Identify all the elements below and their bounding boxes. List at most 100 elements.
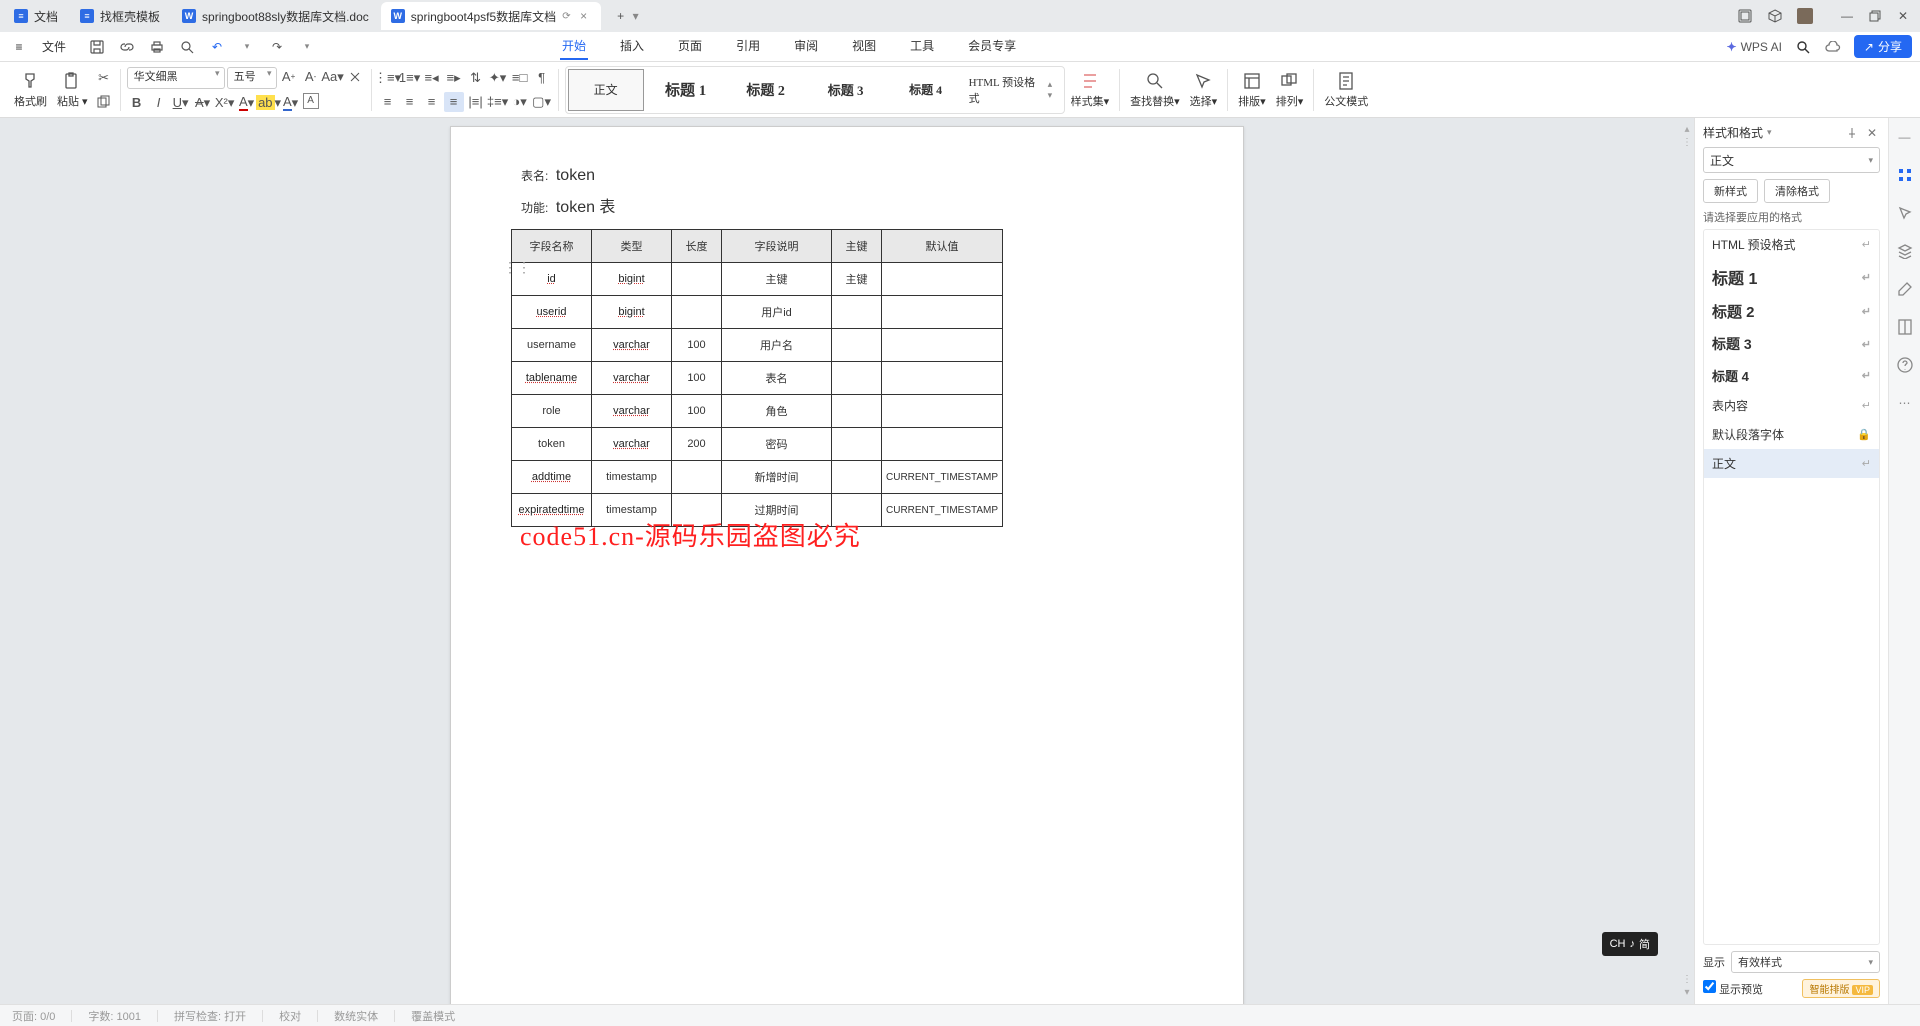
align-left-icon[interactable]: ≡ [378,92,398,112]
redo-icon[interactable]: ↷ [268,38,286,56]
tab-start[interactable]: 开始 [560,33,588,60]
copy-icon[interactable] [94,92,114,112]
style-h1[interactable]: 标题 1 [648,69,724,111]
tab-doc-1[interactable]: Wspringboot88sly数据库文档.doc [172,2,379,30]
tab-template[interactable]: ≡找框壳模板 [70,2,170,30]
new-style-button[interactable]: 新样式 [1703,179,1758,203]
change-case-icon[interactable]: Aa▾ [323,67,343,87]
tab-insert[interactable]: 插入 [618,33,646,60]
find-replace-button[interactable]: 查找替换▾ [1126,69,1184,111]
font-color-icon[interactable]: A▾ [237,93,257,113]
layout-button[interactable]: 排版▾ [1234,69,1270,111]
font-name-select[interactable]: 华文细黑 ▾ [127,67,225,89]
line-box-icon[interactable]: ≡□ [510,68,530,88]
cut-icon[interactable]: ✂ [94,68,114,88]
decrease-indent-icon[interactable]: ≡◂ [422,68,442,88]
arrange-button[interactable]: 排列▾ [1272,69,1308,111]
document-area[interactable]: ▴⋮ ⋮⋮ 表名: token 功能: token 表 字段名称 类型 长度 字… [0,118,1694,1004]
official-mode-button[interactable]: 公文模式 [1320,69,1372,111]
print-preview-icon[interactable] [178,38,196,56]
style-h2[interactable]: 标题 2 [728,69,804,111]
print-icon[interactable] [148,38,166,56]
tab-page[interactable]: 页面 [676,33,704,60]
status-entity[interactable]: 数统实体 [334,1008,378,1024]
style-list-item[interactable]: 正文↵ [1704,449,1879,478]
status-spell[interactable]: 拼写检查: 打开 [174,1008,246,1024]
search-icon[interactable] [1794,38,1812,56]
insertion-handle-icon[interactable]: ⋮⋮ [503,259,531,276]
layout-mode-icon[interactable] [1732,3,1758,29]
style-list-item[interactable]: 标题 1↵ [1704,259,1879,295]
bold-icon[interactable]: B [127,93,147,113]
close-panel-icon[interactable]: ✕ [1864,125,1880,141]
style-list-item[interactable]: 标题 2↵ [1704,295,1879,328]
border-icon[interactable]: ▢▾ [532,92,552,112]
style-h4[interactable]: 标题 4 [888,69,964,111]
tab-tools[interactable]: 工具 [908,33,936,60]
undo-icon[interactable]: ↶ [208,38,226,56]
file-menu[interactable]: 文件 [34,38,74,55]
avatar-icon[interactable] [1792,3,1818,29]
shading-icon[interactable]: A▾ [281,93,301,113]
new-tab-button[interactable]: + [609,4,633,28]
increase-font-icon[interactable]: A+ [279,67,299,87]
align-right-icon[interactable]: ≡ [422,92,442,112]
style-h3[interactable]: 标题 3 [808,69,884,111]
status-words[interactable]: 字数: 1001 [88,1008,141,1024]
paste-button[interactable]: 粘贴 ▾ [53,69,92,111]
hamburger-icon[interactable]: ≡ [8,36,30,58]
scroll-down-icon[interactable]: ▾ [1684,987,1689,998]
highlight-icon[interactable]: ab▾ [259,93,279,113]
style-list-item[interactable]: 标题 4↵ [1704,360,1879,391]
justify-icon[interactable]: ≡ [444,92,464,112]
save-icon[interactable] [88,38,106,56]
tab-member[interactable]: 会员专享 [966,33,1018,60]
tab-cite[interactable]: 引用 [734,33,762,60]
align-center-icon[interactable]: ≡ [400,92,420,112]
bullets-icon[interactable]: ⋮≡▾ [378,68,398,88]
smart-layout-badge[interactable]: 智能排版VIP [1802,979,1880,998]
style-list-item[interactable]: HTML 预设格式↵ [1704,230,1879,259]
sb-tools-icon[interactable] [1896,280,1914,298]
tab-menu-caret-icon[interactable]: ▾ [633,9,647,23]
clear-format-button[interactable]: 清除格式 [1764,179,1830,203]
shading-para-icon[interactable]: ◑▾ [510,92,530,112]
current-style-select[interactable]: 正文▾ [1703,147,1880,173]
tab-doc-2-active[interactable]: Wspringboot4psf5数据库文档⟳× [381,2,601,30]
style-html[interactable]: HTML 预设格式 [968,69,1044,111]
sb-more-icon[interactable]: ⋯ [1896,394,1914,412]
collapse-icon[interactable]: — [1896,128,1914,146]
numbering-icon[interactable]: 1≡▾ [400,68,420,88]
wps-ai-button[interactable]: ✦WPS AI [1727,40,1782,54]
show-filter-select[interactable]: 有效样式▾ [1731,951,1880,973]
maximize-button[interactable] [1862,3,1888,29]
tab-view[interactable]: 视图 [850,33,878,60]
close-icon[interactable]: × [577,9,591,23]
character-border-icon[interactable]: A [303,93,319,109]
sort-icon[interactable]: ⇅ [466,68,486,88]
status-page[interactable]: 页面: 0/0 [12,1008,55,1024]
strikethrough-icon[interactable]: A▾ [193,93,213,113]
cube-icon[interactable] [1762,3,1788,29]
redo-dropdown-icon[interactable]: ▾ [298,38,316,56]
style-gallery-more-icon[interactable]: ▴▾ [1048,79,1062,101]
select-button[interactable]: 选择▾ [1186,69,1222,111]
italic-icon[interactable]: I [149,93,169,113]
sb-book-icon[interactable] [1896,318,1914,336]
share-button[interactable]: ↗分享 [1854,35,1912,58]
show-marks-icon[interactable]: ¶ [532,68,552,88]
cloud-icon[interactable] [1824,38,1842,56]
sb-select-icon[interactable] [1896,204,1914,222]
style-set-button[interactable]: 样式集▾ [1067,69,1114,111]
style-list-item[interactable]: 表内容↵ [1704,391,1879,420]
tab-docs[interactable]: ≡文档 [4,2,68,30]
undo-dropdown-icon[interactable]: ▾ [238,38,256,56]
close-button[interactable]: ✕ [1890,3,1916,29]
pin-icon[interactable] [1844,125,1860,141]
preview-checkbox[interactable]: 显示预览 [1703,980,1763,997]
panel-caret-icon[interactable]: ▾ [1767,127,1772,138]
style-normal[interactable]: 正文 [568,69,644,111]
font-size-select[interactable]: 五号 ▾ [227,67,277,89]
superscript-icon[interactable]: X²▾ [215,93,235,113]
style-list-item[interactable]: 默认段落字体🔒 [1704,420,1879,449]
